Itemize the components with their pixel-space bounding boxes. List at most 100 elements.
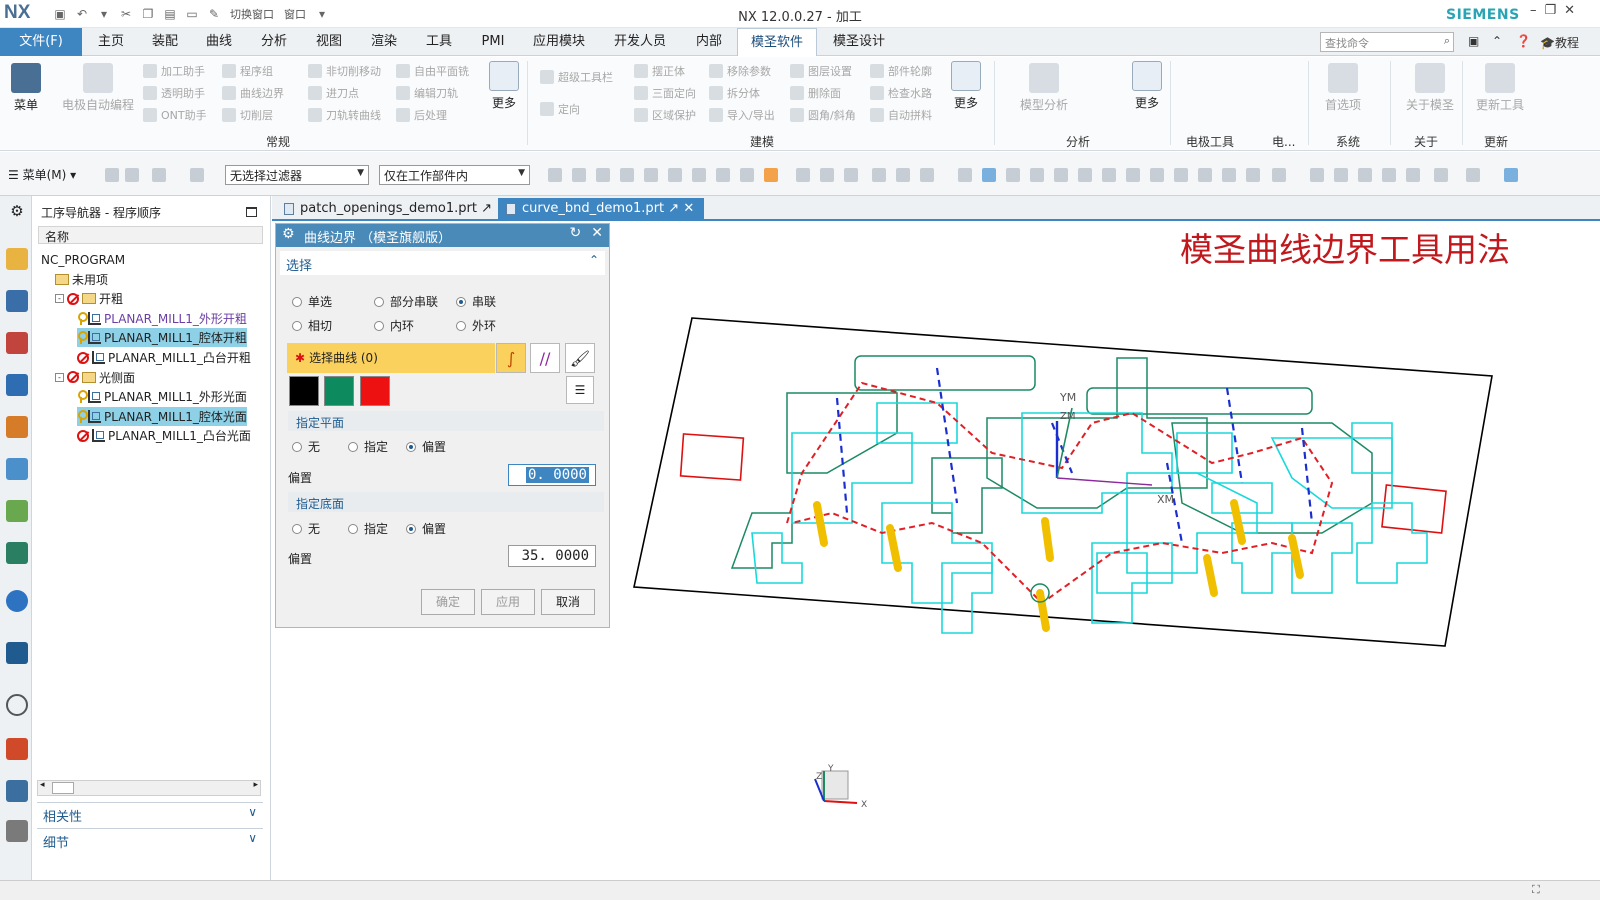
snap-icon[interactable] xyxy=(958,168,972,182)
type-filter-select[interactable]: 无选择过滤器 ▼ xyxy=(225,165,369,185)
system-materials-icon[interactable] xyxy=(6,738,28,760)
snap-icon[interactable] xyxy=(1174,168,1188,182)
about-button[interactable]: 关于模圣 xyxy=(1400,63,1460,113)
snap-icon[interactable] xyxy=(1198,168,1212,182)
electrode-auto-button[interactable]: 电极自动编程 xyxy=(60,63,136,113)
snap-icon[interactable] xyxy=(896,168,910,182)
curve-rule-icon[interactable]: ∫ xyxy=(496,343,526,373)
scroll-left-icon[interactable]: ◂ xyxy=(40,780,45,790)
ribbon-item-toolpath-to-curve[interactable]: 刀轨转曲线 xyxy=(308,107,381,123)
snap-icon[interactable] xyxy=(620,168,634,182)
snap-icon[interactable] xyxy=(644,168,658,182)
scope-select[interactable]: 仅在工作部件内 ▼ xyxy=(379,165,530,185)
snap-icon[interactable] xyxy=(920,168,934,182)
chain-mode-radio[interactable]: 部分串联 xyxy=(374,293,438,310)
select-icon[interactable] xyxy=(105,168,119,182)
tab-mosheng-software[interactable]: 模圣软件 xyxy=(737,28,817,56)
ribbon-item-part-outline[interactable]: 部件轮廓 xyxy=(870,63,932,79)
feature-navigator-icon[interactable] xyxy=(6,458,28,480)
parallel-curves-icon[interactable]: // xyxy=(530,343,560,373)
process-studio-icon[interactable] xyxy=(6,780,28,802)
repeat-command-icon[interactable]: ▭ xyxy=(182,4,202,24)
tab-analysis[interactable]: 分析 xyxy=(251,28,297,56)
tab-render[interactable]: 渲染 xyxy=(361,28,407,56)
snap-icon[interactable] xyxy=(844,168,858,182)
color-swatch-green[interactable] xyxy=(324,376,354,406)
assembly-navigator-icon[interactable] xyxy=(6,290,28,312)
maximize-icon[interactable] xyxy=(246,207,257,217)
tree-row[interactable]: 未用项 xyxy=(55,270,108,289)
search-icon[interactable]: ⌕ xyxy=(1444,34,1450,48)
tab-developer[interactable]: 开发人员 xyxy=(607,28,673,56)
tutorial-link[interactable]: 🎓教程 xyxy=(1540,34,1579,51)
tree-row[interactable]: - 开粗 xyxy=(55,289,123,308)
tab-tools[interactable]: 工具 xyxy=(416,28,462,56)
floor-option-radio[interactable]: 无 xyxy=(292,520,320,537)
scroll-right-icon[interactable]: ▸ xyxy=(253,780,258,790)
resource-icon[interactable]: ▣ xyxy=(1468,34,1479,48)
ribbon-item-program-group[interactable]: 程序组 xyxy=(222,63,273,79)
ribbon-item-layer-settings[interactable]: 图层设置 xyxy=(790,63,852,79)
cancel-button[interactable]: 取消 xyxy=(541,589,595,615)
tree-row[interactable]: PLANAR_MILL1_凸台开粗 xyxy=(77,348,251,367)
roles-icon[interactable] xyxy=(6,820,28,842)
graphics-window[interactable]: 模圣曲线边界工具用法 YM ZM XM Y Z X xyxy=(612,223,1600,859)
color-swatch-black[interactable] xyxy=(289,376,319,406)
snap-icon[interactable] xyxy=(692,168,706,182)
snap-icon[interactable] xyxy=(1078,168,1092,182)
ok-button[interactable]: 确定 xyxy=(421,589,475,615)
view-icon[interactable] xyxy=(1434,168,1448,182)
snap-icon[interactable] xyxy=(596,168,610,182)
tab-curve[interactable]: 曲线 xyxy=(196,28,242,56)
chain-mode-radio[interactable]: 串联 xyxy=(456,293,496,310)
ribbon-item-free-planar-mill[interactable]: 自由平面铣 xyxy=(396,63,469,79)
select-icon[interactable] xyxy=(190,168,204,182)
operation-navigator-icon[interactable] xyxy=(6,374,28,396)
fullscreen-icon[interactable]: ⛶ xyxy=(1532,883,1540,897)
column-header-name[interactable]: 名称 xyxy=(38,226,263,244)
gear-icon[interactable]: ⚙ xyxy=(6,202,28,224)
tab-pmi[interactable]: PMI xyxy=(470,28,516,56)
chain-mode-radio[interactable]: 相切 xyxy=(292,317,332,334)
ribbon-item-check-waterway[interactable]: 检查水路 xyxy=(870,85,932,101)
tree-row[interactable]: PLANAR_MILL1_凸台光面 xyxy=(77,426,251,445)
info-icon[interactable] xyxy=(6,590,28,612)
list-icon[interactable]: ☰ xyxy=(566,376,594,404)
ribbon-item-split-body[interactable]: 拆分体 xyxy=(709,85,760,101)
collapse-ribbon-icon[interactable]: ⌃ xyxy=(1492,34,1502,48)
collapse-icon[interactable]: - xyxy=(55,372,64,382)
plane-option-radio[interactable]: 指定 xyxy=(348,438,388,455)
ribbon-item-transparent-assistant[interactable]: 透明助手 xyxy=(143,85,205,101)
snap-icon[interactable] xyxy=(982,168,996,182)
ribbon-item-entry-point[interactable]: 进刀点 xyxy=(308,85,359,101)
dependencies-panel-header[interactable]: 相关性 ∨ xyxy=(37,802,263,826)
part-navigator-icon[interactable] xyxy=(6,248,28,270)
update-tools-button[interactable]: 更新工具 xyxy=(1470,63,1530,113)
chain-mode-radio[interactable]: 单选 xyxy=(292,293,332,310)
ribbon-item-super-toolbar[interactable]: 超级工具栏 xyxy=(540,69,613,85)
ribbon-item-cut-levels[interactable]: 切削层 xyxy=(222,107,273,123)
switch-window-button[interactable]: 切换窗口 xyxy=(226,6,278,22)
tab-file[interactable]: 文件(F) xyxy=(0,28,82,56)
dropdown-icon[interactable]: ▾ xyxy=(94,4,114,24)
snap-icon[interactable] xyxy=(1006,168,1020,182)
ribbon-item-edit-toolpath[interactable]: 编辑刀轨 xyxy=(396,85,458,101)
snap-icon[interactable] xyxy=(1150,168,1164,182)
snap-icon[interactable] xyxy=(740,168,754,182)
snap-icon[interactable] xyxy=(716,168,730,182)
snap-icon[interactable] xyxy=(668,168,682,182)
chevron-down-icon[interactable]: ▾ xyxy=(312,4,332,24)
constraint-navigator-icon[interactable] xyxy=(6,332,28,354)
close-icon[interactable]: ✕ xyxy=(1564,3,1575,18)
minimize-icon[interactable]: – xyxy=(1530,3,1537,18)
snap-icon[interactable] xyxy=(548,168,562,182)
ribbon-item-postprocess[interactable]: 后处理 xyxy=(396,107,447,123)
view-icon[interactable] xyxy=(1504,168,1518,182)
plane-option-radio[interactable]: 无 xyxy=(292,438,320,455)
snap-icon[interactable] xyxy=(1222,168,1236,182)
chain-mode-radio[interactable]: 内环 xyxy=(374,317,414,334)
ribbon-item-fillet-chamfer[interactable]: 圆角/斜角 xyxy=(790,107,856,123)
tree-row[interactable]: PLANAR_MILL1_外形光面 xyxy=(77,387,247,406)
view-icon[interactable] xyxy=(1382,168,1396,182)
plane-option-radio[interactable]: 偏置 xyxy=(406,438,446,455)
